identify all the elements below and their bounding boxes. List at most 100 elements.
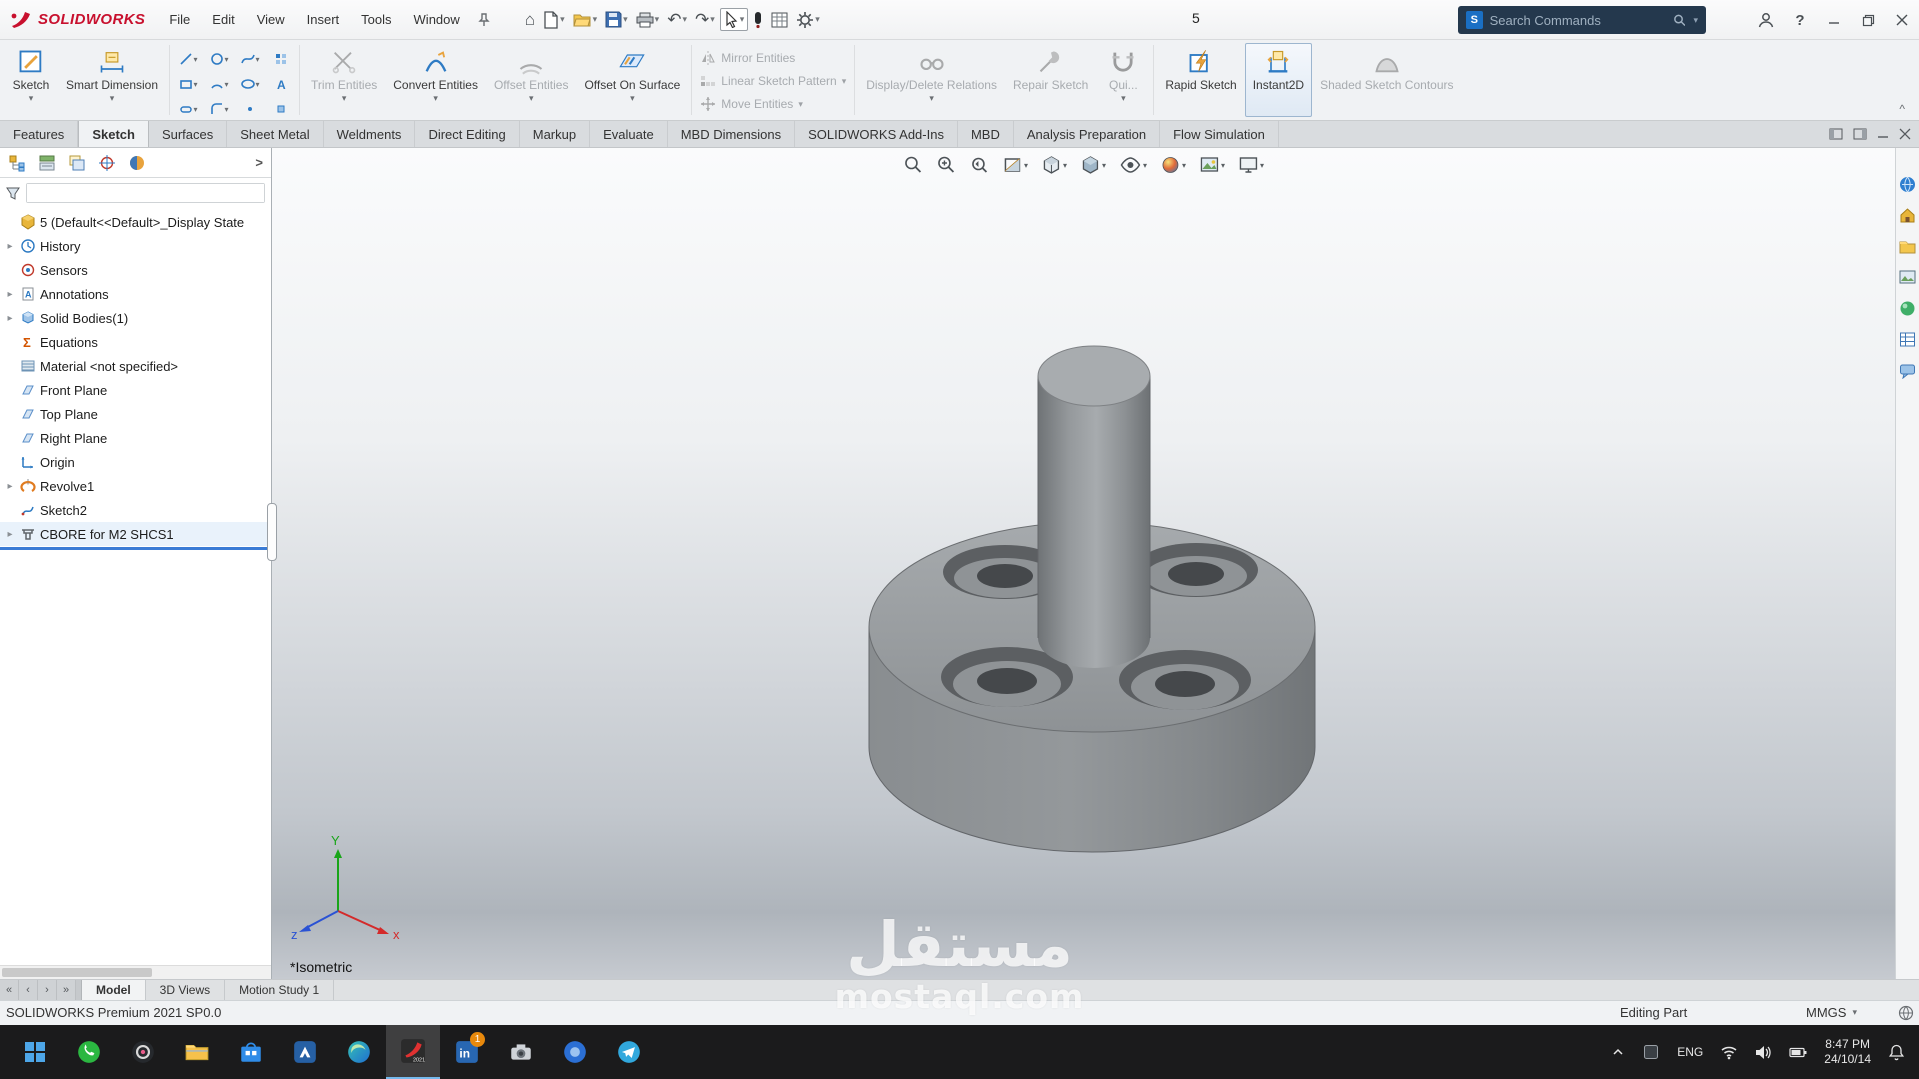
minimize-button[interactable]	[1817, 0, 1851, 40]
save-button[interactable]: ▾	[602, 8, 631, 31]
display-style-button[interactable]: ▾	[1078, 153, 1108, 177]
ribbon-collapse-button[interactable]: ^	[1889, 98, 1915, 120]
tab-sketch[interactable]: Sketch	[78, 121, 149, 147]
appearances-scenes-icon[interactable]	[1899, 300, 1916, 317]
restore-button[interactable]	[1851, 0, 1885, 40]
rectangle-tool[interactable]: ▾	[173, 72, 203, 96]
menu-window[interactable]: Window	[404, 8, 470, 31]
design-library-icon[interactable]	[1899, 207, 1916, 224]
tab-direct-editing[interactable]: Direct Editing	[415, 121, 520, 147]
tray-app-icon[interactable]	[1642, 1043, 1660, 1061]
tab-analysis-preparation[interactable]: Analysis Preparation	[1014, 121, 1161, 147]
orientation-triad[interactable]: Y x z	[290, 831, 410, 941]
pane-right-icon[interactable]	[1853, 128, 1867, 140]
circle-tool[interactable]: ▾	[204, 47, 234, 71]
configuration-manager-tab-icon[interactable]	[68, 154, 86, 172]
boss-cylinder[interactable]	[1037, 345, 1151, 668]
tree-filter-input[interactable]	[27, 184, 264, 202]
search-commands-bar[interactable]: S ▾	[1458, 6, 1706, 34]
taskbar-app-screenshot-tool[interactable]	[494, 1025, 548, 1079]
taskbar-app-microsoft-store[interactable]	[224, 1025, 278, 1079]
sheet-tool-button[interactable]	[768, 9, 791, 31]
tab-mbd[interactable]: MBD	[958, 121, 1014, 147]
text-tool[interactable]: A	[266, 72, 296, 96]
undo-button[interactable]: ↶ ▾	[664, 8, 690, 32]
zoom-to-fit-button[interactable]	[901, 153, 925, 177]
sketch-pattern-tool[interactable]	[266, 47, 296, 71]
part-model[interactable]	[272, 148, 1895, 979]
language-indicator[interactable]: ENG	[1677, 1045, 1703, 1059]
tab-surfaces[interactable]: Surfaces	[149, 121, 228, 147]
point-tool[interactable]	[235, 97, 265, 121]
print-button[interactable]: ▾	[633, 9, 663, 31]
tab-flow-simulation[interactable]: Flow Simulation	[1160, 121, 1279, 147]
tree-item-sketch2[interactable]: Sketch2	[0, 498, 271, 522]
tab-solidworks-add-ins[interactable]: SOLIDWORKS Add-Ins	[795, 121, 958, 147]
edit-appearance-button[interactable]: ▾	[1158, 153, 1188, 177]
scrollbar-thumb[interactable]	[2, 968, 152, 977]
tab-model[interactable]: Model	[82, 980, 146, 1000]
volume-icon[interactable]	[1755, 1045, 1772, 1060]
next-tab-button[interactable]: ›	[38, 980, 57, 1000]
first-tab-button[interactable]: «	[0, 980, 19, 1000]
taskbar-app-file-explorer[interactable]	[170, 1025, 224, 1079]
tree-item-material[interactable]: Material <not specified>	[0, 354, 271, 378]
dimxpert-manager-tab-icon[interactable]	[98, 154, 116, 172]
close-pane-icon[interactable]	[1899, 128, 1911, 140]
tree-item-equations[interactable]: Σ Equations	[0, 330, 271, 354]
tray-chevron-up[interactable]	[1611, 1046, 1625, 1058]
select-tool-button[interactable]: ▾	[719, 8, 749, 31]
file-explorer-icon[interactable]	[1899, 238, 1916, 255]
tree-root-item[interactable]: 5 (Default<<Default>_Display State	[0, 210, 271, 234]
open-button[interactable]: ▾	[570, 9, 601, 31]
taskbar-app-telegram[interactable]	[602, 1025, 656, 1079]
menu-insert[interactable]: Insert	[297, 8, 350, 31]
record-tool-button[interactable]	[750, 8, 766, 32]
help-button[interactable]: ?	[1783, 0, 1817, 40]
apply-scene-button[interactable]: ▾	[1197, 153, 1227, 177]
tab-features[interactable]: Features	[0, 121, 79, 147]
tree-item-top-plane[interactable]: Top Plane	[0, 402, 271, 426]
expand-arrow-icon[interactable]: ▸	[4, 529, 16, 540]
redo-button[interactable]: ↷ ▾	[692, 8, 718, 32]
slot-tool[interactable]: ▾	[173, 97, 203, 121]
menu-edit[interactable]: Edit	[202, 8, 244, 31]
menu-view[interactable]: View	[247, 8, 295, 31]
ribbon-button-trim-entities[interactable]: Trim Entities ▾	[303, 43, 385, 117]
ribbon-button-sketch[interactable]: Sketch ▾	[4, 43, 58, 117]
tree-item-history[interactable]: ▸ History	[0, 234, 271, 258]
last-tab-button[interactable]: »	[57, 980, 76, 1000]
options-button[interactable]: ▾	[793, 8, 823, 32]
graphics-viewport[interactable]: ▾ ▾ ▾ ▾ ▾ ▾ ▾ Y x z *Isometric	[272, 148, 1895, 979]
ribbon-button-instant2d[interactable]: Instant2D	[1244, 43, 1313, 117]
ribbon-button-rapid-sketch[interactable]: Rapid Sketch	[1157, 43, 1244, 117]
ribbon-button-linear-sketch-pattern[interactable]: Linear Sketch Pattern ▾	[695, 70, 851, 92]
tab-sheet-metal[interactable]: Sheet Metal	[227, 121, 324, 147]
property-manager-tab-icon[interactable]	[38, 154, 56, 172]
menu-file[interactable]: File	[159, 8, 200, 31]
expand-arrow-icon[interactable]: ▸	[4, 481, 16, 492]
section-view-button[interactable]: ▾	[1000, 153, 1030, 177]
zoom-to-area-button[interactable]	[934, 153, 958, 177]
taskbar-app-solidworks[interactable]: 2021	[386, 1025, 440, 1079]
expand-arrow-icon[interactable]: ▸	[4, 241, 16, 252]
view-orientation-button[interactable]: ▾	[1039, 153, 1069, 177]
expand-arrow-icon[interactable]: ▸	[4, 289, 16, 300]
display-manager-tab-icon[interactable]	[128, 154, 146, 172]
feature-manager-tab-icon[interactable]	[8, 154, 26, 172]
tree-item-cbore[interactable]: ▸ CBORE for M2 SHCS1	[0, 522, 271, 546]
notification-bell-icon[interactable]	[1888, 1044, 1905, 1061]
previous-view-button[interactable]	[967, 153, 991, 177]
tree-item-annotations[interactable]: ▸ A Annotations	[0, 282, 271, 306]
view-settings-button[interactable]: ▾	[1236, 153, 1266, 177]
rollback-bar[interactable]	[0, 547, 271, 550]
ribbon-button-offset-on-surface[interactable]: Offset On Surface ▾	[576, 43, 688, 117]
taskbar-app-whatsapp[interactable]	[62, 1025, 116, 1079]
ribbon-button-smart-dimension[interactable]: Smart Dimension ▾	[58, 43, 166, 117]
tree-item-origin[interactable]: Origin	[0, 450, 271, 474]
tree-horizontal-scrollbar[interactable]	[0, 965, 271, 979]
ribbon-button-convert-entities[interactable]: Convert Entities ▾	[385, 43, 486, 117]
line-tool[interactable]: ▾	[173, 47, 203, 71]
battery-icon[interactable]	[1789, 1046, 1807, 1059]
view-palette-icon[interactable]	[1899, 269, 1916, 286]
